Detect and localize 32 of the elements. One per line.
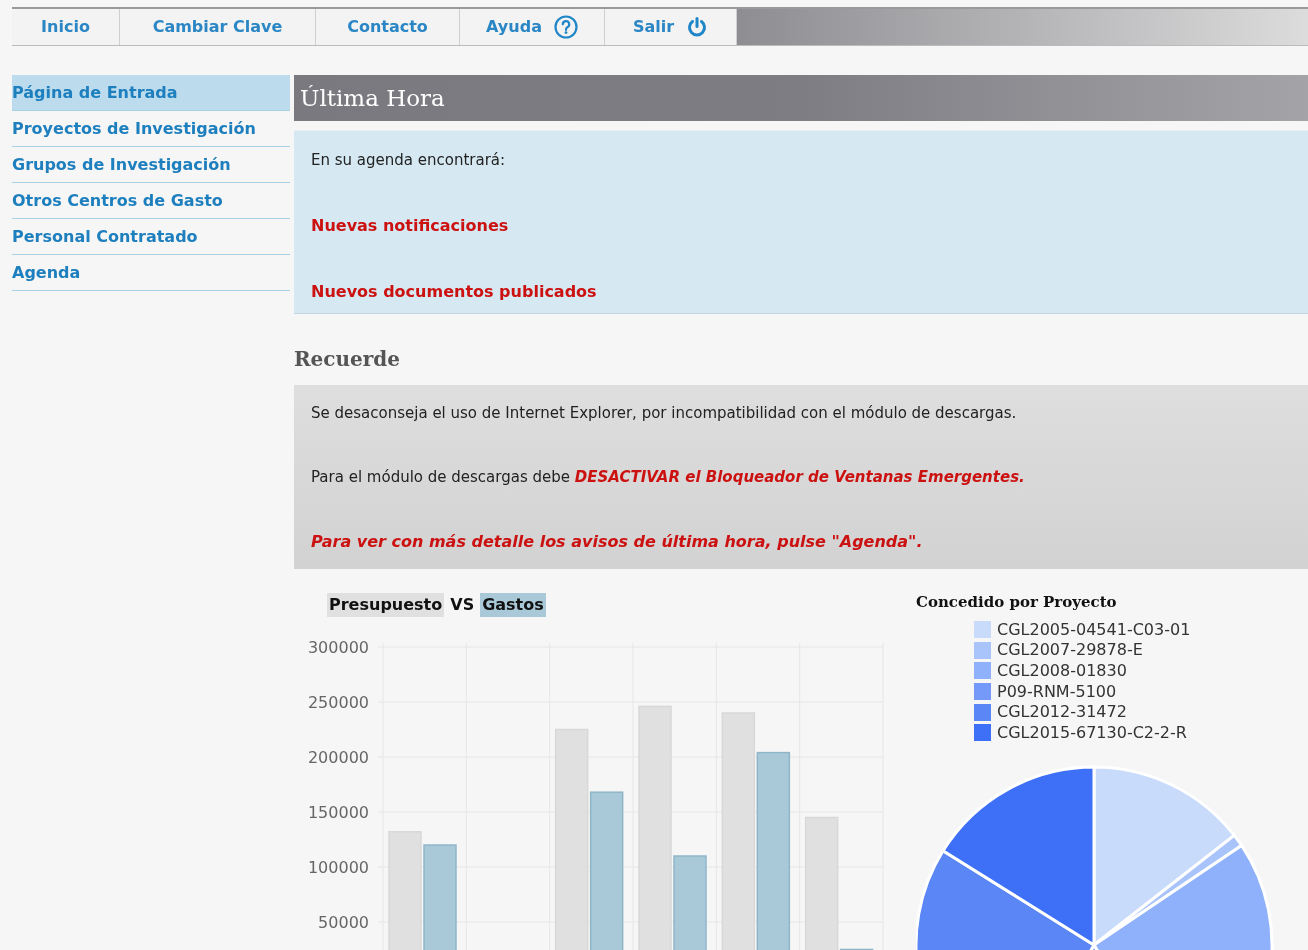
legend-label: CGL2008-01830 <box>997 663 1127 679</box>
sidebar-item[interactable]: Proyectos de Investigación <box>12 111 290 147</box>
notice-text: Para el módulo de descargas debe DESACTIVAR el Bloqueador de Ventanas Emergentes. <box>311 467 1026 488</box>
notice-text: Se desaconseja el uso de Internet Explorer, por incompatibilidad con el módulo de descargas. <box>311 403 1018 424</box>
sidebar-item[interactable]: Grupos de Investigación <box>12 147 290 183</box>
axis-label: 150000 <box>307 803 369 822</box>
legend-label: P09-RNM-5100 <box>997 683 1117 700</box>
notice-link[interactable]: Nuevas notificaciones <box>311 213 509 238</box>
axis-label: 50000 <box>318 913 369 932</box>
legend-label: CGL2007-29878-E <box>997 642 1143 659</box>
intro-text: En su agenda encontrará: <box>311 150 507 171</box>
legend-label: Presupuesto <box>327 593 445 617</box>
legend-label: CGL2005-04541-C03-01 <box>997 621 1191 638</box>
sidebar-item[interactable]: Otros Centros de Gasto <box>12 183 290 219</box>
section-title: Última Hora <box>300 83 445 113</box>
sidebar-item[interactable]: Personal Contratado <box>12 219 290 255</box>
axis-label: 200000 <box>307 748 369 767</box>
legend-label: CGL2015-67130-C2-2-R <box>997 724 1187 741</box>
legend-separator: VS <box>450 594 475 616</box>
axis-label: 300000 <box>307 638 369 657</box>
help-icon <box>553 15 578 39</box>
legend-label: Gastos <box>480 593 546 617</box>
legend-label: CGL2012-31472 <box>997 704 1127 721</box>
chart-title: Concedido por Proyecto <box>916 592 1118 613</box>
notice-text: Para ver con más detalle los avisos de última hora, pulse "Agenda". <box>311 531 924 552</box>
axis-label: 100000 <box>307 858 369 877</box>
power-icon <box>686 16 709 38</box>
sidebar-item[interactable]: Página de Entrada <box>12 75 290 111</box>
axis-label: 250000 <box>307 693 369 712</box>
section-heading: Recuerde <box>294 346 402 373</box>
notice-link[interactable]: Nuevos documentos publicados <box>311 279 597 304</box>
sidebar-item[interactable]: Agenda <box>12 255 290 291</box>
